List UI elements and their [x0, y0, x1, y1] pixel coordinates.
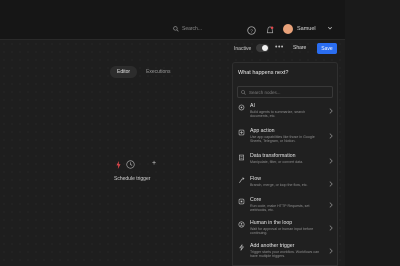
category-description: Trigger starts your workflow. Workflows … — [250, 250, 320, 259]
category-description: Manipulate, filter, or convert data. — [250, 160, 304, 164]
chevron-right-icon — [329, 133, 333, 139]
chevron-right-icon — [329, 202, 333, 208]
category-title: Core — [250, 197, 262, 203]
user-name[interactable]: Samuel — [297, 26, 316, 32]
flow-icon — [238, 177, 245, 183]
right-sidebar — [345, 0, 400, 266]
share-button[interactable]: Share — [293, 45, 306, 51]
active-toggle[interactable] — [256, 44, 269, 52]
chevron-right-icon — [329, 225, 333, 231]
chevron-right-icon — [329, 108, 333, 114]
category-title: AI — [250, 103, 255, 109]
workflow-status-label: Inactive — [234, 46, 252, 52]
search-icon — [173, 26, 179, 32]
add-node-button[interactable]: + — [152, 160, 156, 167]
ai-icon — [238, 104, 245, 111]
chevron-down-icon[interactable] — [327, 25, 333, 31]
global-search[interactable]: Search... — [173, 22, 233, 36]
node-category-add-trigger[interactable]: Add another trigger Trigger starts your … — [233, 242, 337, 264]
core-icon — [238, 198, 245, 205]
help-button[interactable]: ? — [245, 24, 257, 36]
category-description: Build agents to summarize, search docume… — [250, 110, 306, 119]
node-category-data-transformation[interactable]: Data transformation Manipulate, filter, … — [233, 152, 337, 174]
category-description: Use app capabilities like those in Googl… — [250, 135, 315, 144]
app-action-icon — [238, 129, 245, 136]
save-button[interactable]: Save — [317, 43, 337, 54]
category-description: Wait for approval or human input before … — [250, 227, 314, 236]
more-options-button[interactable]: ••• — [275, 44, 284, 51]
node-category-flow[interactable]: Flow Branch, merge, or loop the flow, et… — [233, 175, 337, 197]
category-title: Human in the loop — [250, 220, 293, 226]
notifications-button[interactable] — [264, 24, 276, 36]
top-bar: Search... ? Samuel — [0, 0, 345, 40]
node-creator-panel: What happens next? Search nodes... AI Bu… — [232, 62, 338, 266]
search-placeholder: Search... — [182, 26, 203, 32]
category-title: Flow — [250, 176, 261, 182]
toggle-knob — [262, 45, 268, 51]
node-category-ai[interactable]: AI Build agents to summarize, search doc… — [233, 102, 337, 124]
search-icon — [241, 89, 246, 95]
chevron-right-icon — [329, 248, 333, 254]
node-category-app-action[interactable]: App action Use app capabilities like tho… — [233, 127, 337, 149]
panel-title: What happens next? — [238, 70, 289, 76]
node-search-input[interactable]: Search nodes... — [237, 86, 333, 98]
category-title: Add another trigger — [250, 243, 295, 249]
bell-icon — [266, 26, 274, 33]
category-title: Data transformation — [250, 153, 296, 159]
avatar[interactable] — [283, 24, 293, 34]
node-search-placeholder: Search nodes... — [249, 89, 281, 95]
human-icon — [238, 221, 245, 228]
trigger-icon — [239, 244, 245, 251]
svg-text:?: ? — [250, 28, 253, 34]
category-title: App action — [250, 128, 275, 134]
node-category-human-in-the-loop[interactable]: Human in the loop Wait for approval or h… — [233, 219, 337, 241]
schedule-trigger-node[interactable] — [113, 160, 123, 170]
tab-editor[interactable]: Editor — [110, 66, 138, 78]
node-category-core[interactable]: Core Run code, make HTTP Requests, set w… — [233, 196, 337, 218]
data-transformation-icon — [239, 154, 244, 161]
help-icon: ? — [246, 25, 256, 35]
category-description: Branch, merge, or loop the flow, etc. — [250, 183, 308, 187]
category-description: Run code, make HTTP Requests, set webhoo… — [250, 204, 310, 213]
trigger-bolt-icon — [116, 161, 120, 169]
chevron-right-icon — [329, 158, 333, 164]
chevron-right-icon — [329, 181, 333, 187]
clock-icon[interactable] — [126, 160, 135, 169]
view-tabs: Editor Executions — [110, 66, 178, 78]
trigger-node-label: Schedule trigger — [114, 176, 151, 182]
tab-executions[interactable]: Executions — [139, 66, 177, 78]
